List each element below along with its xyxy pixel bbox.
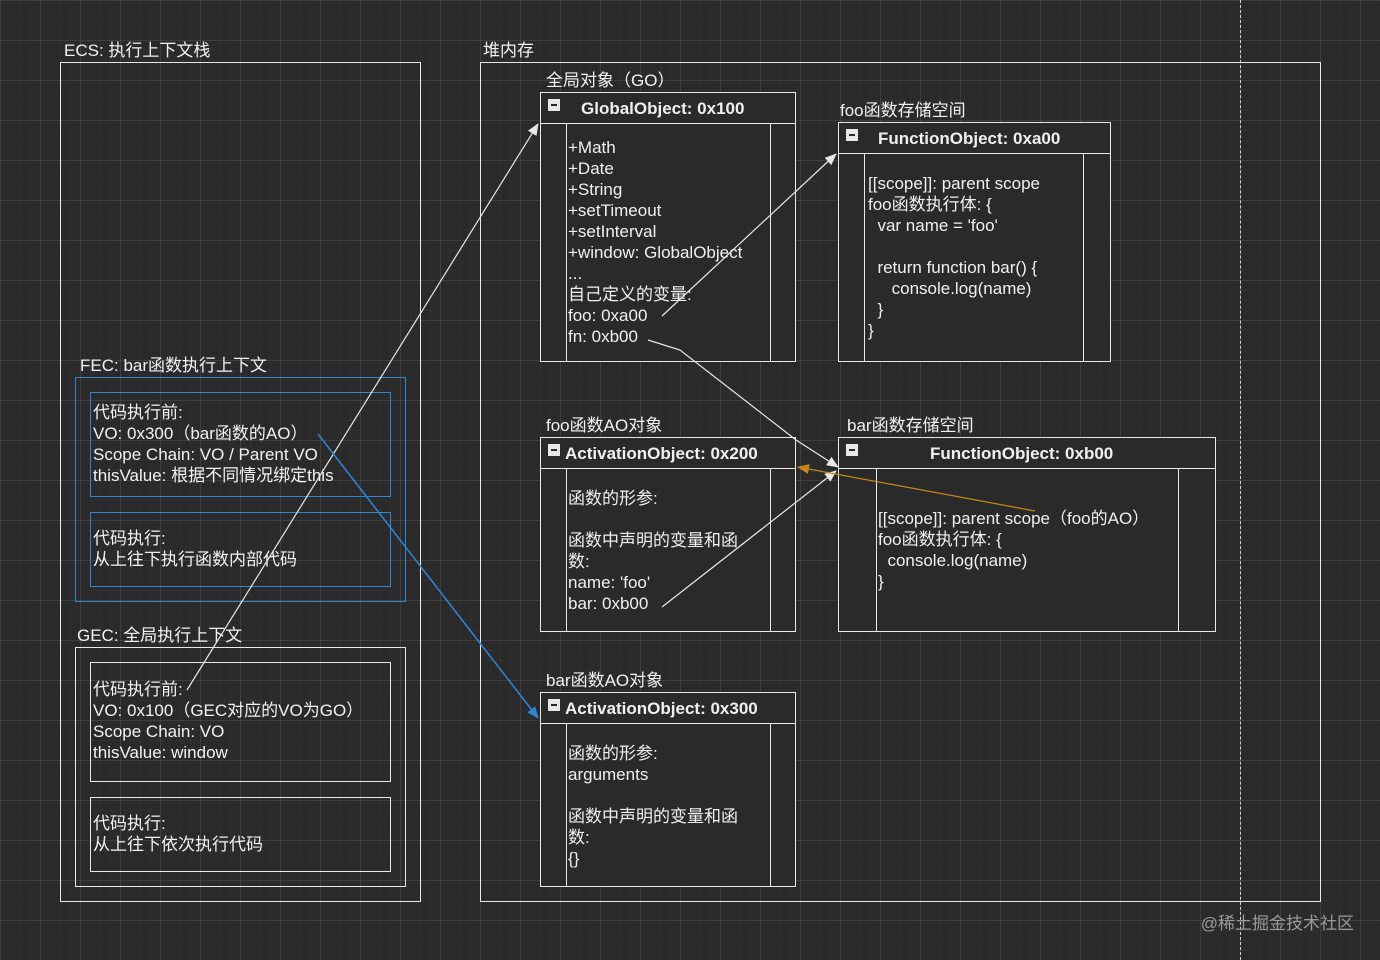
foo-func-title: FunctionObject: 0xa00	[878, 129, 1061, 148]
foo-func-line: return function bar() {	[868, 258, 1038, 277]
gec-before-line: 代码执行前:	[93, 680, 183, 699]
foo-ao-title: ActivationObject: 0x200	[565, 444, 758, 463]
gec-before-line: thisValue: window	[93, 743, 228, 762]
gec-exec-box: 代码执行: 从上往下依次执行代码	[90, 797, 391, 872]
global-object-box: GlobalObject: 0x100 +Math +Date +String …	[540, 92, 796, 362]
fec-before-line: Scope Chain: VO / Parent VO	[93, 445, 318, 464]
bar-func-line: [[scope]]: parent scope（foo的AO）	[878, 509, 1150, 528]
watermark: @稀土掘金技术社区	[1200, 914, 1354, 933]
foo-ao-line: 函数的形参:	[568, 489, 658, 508]
foo-func-line: console.log(name)	[868, 279, 1032, 298]
go-line: +String	[568, 180, 623, 199]
go-line: +Date	[568, 159, 614, 178]
gec-exec-line: 代码执行:	[93, 814, 166, 833]
fec-before-box: 代码执行前: VO: 0x300（bar函数的AO） Scope Chain: …	[90, 392, 391, 497]
go-line: 自己定义的变量:	[568, 285, 692, 304]
foo-func-line: }	[868, 300, 884, 319]
gec-before-line: VO: 0x100（GEC对应的VO为GO）	[93, 701, 364, 720]
gec-before-box: 代码执行前: VO: 0x100（GEC对应的VO为GO） Scope Chai…	[90, 662, 391, 782]
bar-ao-label: bar函数AO对象	[546, 671, 664, 690]
go-line: ...	[568, 264, 583, 283]
go-line: +setTimeout	[568, 201, 662, 220]
foo-func-line: }	[868, 321, 874, 340]
go-line: foo: 0xa00	[568, 306, 648, 325]
foo-function-object-box: FunctionObject: 0xa00 [[scope]]: parent …	[838, 122, 1111, 362]
fec-exec-box: 代码执行: 从上往下执行函数内部代码	[90, 512, 391, 587]
bar-func-line: console.log(name)	[878, 551, 1028, 570]
ecs-label: ECS: 执行上下文栈	[64, 41, 211, 60]
fec-label: FEC: bar函数执行上下文	[80, 356, 268, 375]
foo-ao-line: 函数中声明的变量和函	[568, 531, 738, 550]
bar-func-label: bar函数存储空间	[847, 416, 974, 435]
bar-func-line: foo函数执行体: {	[878, 530, 1002, 549]
collapse-icon[interactable]	[548, 699, 560, 711]
go-line: +setInterval	[568, 222, 657, 241]
bar-func-title: FunctionObject: 0xb00	[930, 444, 1114, 463]
bar-ao-title: ActivationObject: 0x300	[565, 699, 758, 718]
go-line: fn: 0xb00	[568, 327, 638, 346]
bar-ao-line: 函数的形参:	[568, 744, 658, 763]
fec-before-line: VO: 0x300（bar函数的AO）	[93, 424, 308, 443]
foo-ao-label: foo函数AO对象	[546, 416, 663, 435]
foo-ao-line: bar: 0xb00	[568, 594, 649, 613]
collapse-icon[interactable]	[548, 99, 560, 111]
foo-func-line: var name = 'foo'	[868, 216, 998, 235]
foo-ao-line: name: 'foo'	[568, 573, 651, 592]
go-line: +Math	[568, 138, 616, 157]
bar-ao-line: 数:	[568, 828, 590, 847]
bar-function-object-box: FunctionObject: 0xb00 [[scope]]: parent …	[838, 437, 1216, 632]
bar-ao-line: {}	[568, 849, 580, 868]
go-line: +window: GlobalObject	[568, 243, 743, 262]
foo-func-label: foo函数存储空间	[840, 101, 966, 120]
fec-exec-line: 代码执行:	[93, 529, 166, 548]
bar-activation-object-box: ActivationObject: 0x300 函数的形参: arguments…	[540, 692, 796, 887]
bar-ao-line: arguments	[568, 765, 649, 784]
bar-ao-line: 函数中声明的变量和函	[568, 807, 738, 826]
foo-func-line: foo函数执行体: {	[868, 195, 992, 214]
fec-exec-line: 从上往下执行函数内部代码	[93, 550, 297, 569]
foo-ao-line: 数:	[568, 552, 590, 571]
fec-before-line: 代码执行前:	[93, 403, 183, 422]
gec-label: GEC: 全局执行上下文	[77, 626, 243, 645]
foo-func-line: [[scope]]: parent scope	[868, 174, 1040, 193]
bar-func-line: }	[878, 572, 884, 591]
fec-before-line: thisValue: 根据不同情况绑定this	[93, 466, 334, 485]
collapse-icon[interactable]	[846, 444, 858, 456]
collapse-icon[interactable]	[846, 129, 858, 141]
go-label: 全局对象（GO）	[546, 71, 675, 90]
heap-label: 堆内存	[483, 41, 534, 60]
gec-before-line: Scope Chain: VO	[93, 722, 225, 741]
collapse-icon[interactable]	[548, 444, 560, 456]
gec-exec-line: 从上往下依次执行代码	[93, 835, 263, 854]
go-title: GlobalObject: 0x100	[581, 99, 745, 118]
foo-activation-object-box: ActivationObject: 0x200 函数的形参: 函数中声明的变量和…	[540, 437, 796, 632]
